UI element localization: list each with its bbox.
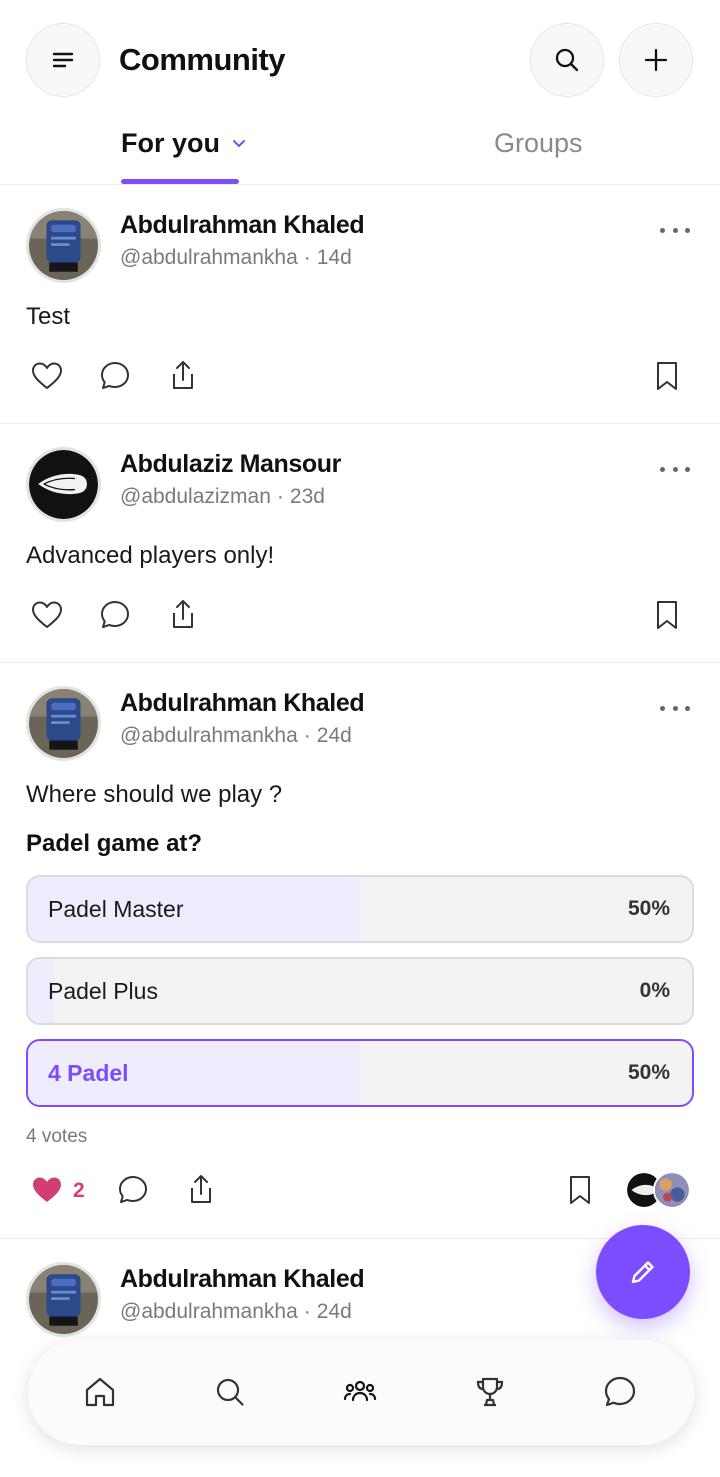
trophy-photo-avatar bbox=[29, 1265, 98, 1334]
more-options-button[interactable] bbox=[660, 701, 690, 715]
meta-separator: · bbox=[276, 485, 284, 508]
post-meta: @abdulrahmankha · 24d bbox=[120, 724, 352, 748]
bookmark-button[interactable] bbox=[563, 1173, 597, 1207]
post-card[interactable]: Abdulaziz Mansour @abdulazizman · 23d Ad… bbox=[0, 424, 720, 663]
comment-button[interactable] bbox=[116, 1173, 150, 1207]
heart-filled-icon bbox=[33, 1177, 61, 1202]
post-time: 24d bbox=[316, 724, 352, 747]
post-handle: @abdulrahmankha bbox=[120, 724, 298, 747]
chat-icon bbox=[604, 1376, 636, 1407]
community-icon bbox=[343, 1380, 377, 1402]
heart-icon bbox=[32, 362, 62, 389]
compose-post-button[interactable] bbox=[596, 1225, 690, 1319]
share-button[interactable] bbox=[166, 359, 200, 393]
post-meta: @abdulazizman · 23d bbox=[120, 485, 325, 509]
post-author[interactable]: Abdulrahman Khaled bbox=[120, 689, 365, 718]
pencil-icon bbox=[631, 1261, 654, 1284]
bookmark-button[interactable] bbox=[650, 598, 684, 632]
post-author[interactable]: Abdulrahman Khaled bbox=[120, 211, 365, 240]
comment-button[interactable] bbox=[98, 359, 132, 393]
voter-avatar[interactable] bbox=[653, 1171, 691, 1209]
poll-option[interactable]: Padel Master 50% bbox=[26, 875, 694, 943]
logo-avatar bbox=[29, 450, 98, 519]
nav-search[interactable] bbox=[178, 1360, 282, 1424]
menu-button[interactable] bbox=[26, 23, 100, 97]
bookmark-icon bbox=[657, 362, 677, 390]
comment-icon bbox=[119, 1176, 147, 1203]
like-button[interactable] bbox=[30, 1173, 64, 1207]
poll-option-percent: 50% bbox=[627, 897, 670, 920]
more-options-button[interactable] bbox=[660, 223, 690, 237]
page-title: Community bbox=[119, 42, 286, 77]
post-author[interactable]: Abdulaziz Mansour bbox=[120, 450, 341, 479]
meta-separator: · bbox=[303, 724, 311, 747]
post-handle: @abdulazizman bbox=[120, 485, 271, 508]
tab-groups[interactable]: Groups bbox=[494, 128, 583, 159]
more-options-button[interactable] bbox=[660, 462, 690, 476]
poll-option-label: Padel Plus bbox=[48, 978, 158, 1004]
share-icon bbox=[173, 361, 193, 389]
colorful-avatar bbox=[655, 1173, 689, 1207]
like-button[interactable] bbox=[30, 359, 64, 393]
post-text: Where should we play ? bbox=[26, 781, 283, 808]
post-time: 23d bbox=[289, 485, 325, 508]
post-time: 14d bbox=[316, 246, 352, 269]
bookmark-icon bbox=[570, 1176, 590, 1204]
post-handle: @abdulrahmankha bbox=[120, 246, 298, 269]
plus-icon bbox=[644, 48, 668, 72]
poll-votes-count: 4 votes bbox=[26, 1126, 88, 1147]
post-meta: @abdulrahmankha · 14d bbox=[120, 246, 352, 270]
share-icon bbox=[173, 600, 193, 628]
share-button[interactable] bbox=[166, 598, 200, 632]
trophy-photo-avatar bbox=[29, 689, 98, 758]
comment-icon bbox=[101, 601, 129, 628]
post-meta: @abdulrahmankha · 24d bbox=[120, 1300, 352, 1324]
share-icon bbox=[191, 1175, 211, 1203]
bottom-navigation bbox=[28, 1340, 694, 1445]
poll-option-percent: 50% bbox=[627, 1061, 670, 1084]
menu-icon bbox=[52, 52, 74, 68]
poll-option[interactable]: Padel Plus 0% bbox=[26, 957, 694, 1025]
like-count: 2 bbox=[73, 1179, 85, 1202]
nav-home[interactable] bbox=[48, 1360, 152, 1424]
nav-messages[interactable] bbox=[568, 1360, 672, 1424]
post-handle: @abdulrahmankha bbox=[120, 1300, 298, 1323]
bookmark-icon bbox=[657, 601, 677, 629]
meta-separator: · bbox=[303, 1300, 311, 1323]
trophy-photo-avatar bbox=[29, 211, 98, 280]
add-button[interactable] bbox=[619, 23, 693, 97]
post-time: 24d bbox=[316, 1300, 352, 1323]
comment-button[interactable] bbox=[98, 598, 132, 632]
poll-option[interactable]: 4 Padel 50% bbox=[26, 1039, 694, 1107]
avatar[interactable] bbox=[26, 686, 101, 761]
chevron-down-icon bbox=[233, 139, 245, 147]
search-button[interactable] bbox=[530, 23, 604, 97]
post-text: Test bbox=[26, 303, 71, 330]
tab-for-you-label: For you bbox=[121, 128, 220, 158]
like-button[interactable] bbox=[30, 598, 64, 632]
post-card[interactable]: Abdulrahman Khaled @abdulrahmankha · 24d… bbox=[0, 663, 720, 1239]
poll-option-label: 4 Padel bbox=[48, 1060, 129, 1086]
post-text: Advanced players only! bbox=[26, 542, 275, 569]
heart-icon bbox=[32, 601, 62, 628]
nav-community[interactable] bbox=[308, 1360, 412, 1424]
avatar[interactable] bbox=[26, 1262, 101, 1337]
poll-option-label: Padel Master bbox=[48, 896, 184, 922]
meta-separator: · bbox=[303, 246, 311, 269]
search-icon bbox=[216, 1378, 244, 1406]
avatar[interactable] bbox=[26, 208, 101, 283]
home-icon bbox=[85, 1377, 115, 1407]
share-button[interactable] bbox=[184, 1173, 218, 1207]
nav-leaderboard[interactable] bbox=[438, 1360, 542, 1424]
trophy-icon bbox=[476, 1377, 504, 1407]
bookmark-button[interactable] bbox=[650, 359, 684, 393]
tab-for-you[interactable]: For you bbox=[121, 128, 246, 159]
search-icon bbox=[555, 48, 579, 72]
avatar[interactable] bbox=[26, 447, 101, 522]
poll-option-percent: 0% bbox=[639, 979, 670, 1002]
poll-question: Padel game at? bbox=[26, 830, 203, 857]
post-author[interactable]: Abdulrahman Khaled bbox=[120, 1265, 365, 1294]
post-card[interactable]: Abdulrahman Khaled @abdulrahmankha · 14d… bbox=[0, 185, 720, 424]
comment-icon bbox=[101, 362, 129, 389]
